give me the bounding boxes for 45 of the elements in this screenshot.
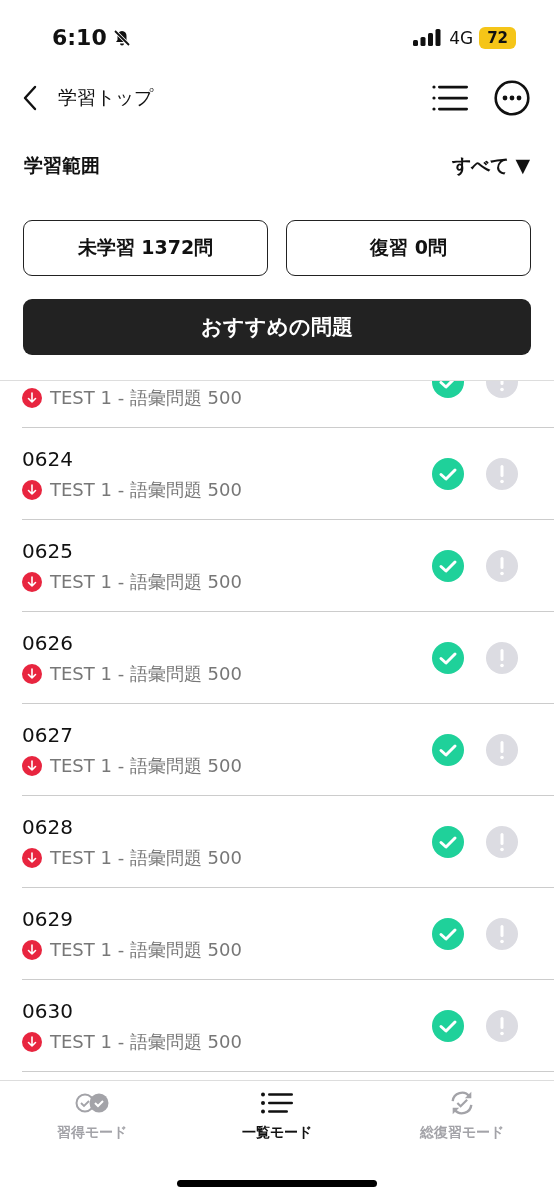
range-dropdown[interactable]: すべて ▼ bbox=[451, 152, 530, 179]
exclamation-icon[interactable] bbox=[486, 641, 518, 674]
network-label: 4G bbox=[449, 27, 474, 48]
mode-tab[interactable]: 一覧モード bbox=[184, 1081, 370, 1151]
question-source: TEST 1 - 語彙問題 500 bbox=[50, 845, 242, 870]
signal-icon bbox=[413, 28, 442, 47]
question-number: 0630 bbox=[22, 997, 74, 1024]
check-icon[interactable] bbox=[432, 457, 464, 490]
check-icon[interactable] bbox=[432, 917, 464, 950]
check-icon[interactable] bbox=[432, 549, 464, 582]
question-source: TEST 1 - 語彙問題 500 bbox=[50, 477, 242, 502]
status-time: 6:10 bbox=[52, 25, 107, 50]
check-icon[interactable] bbox=[432, 1009, 464, 1042]
muted-bell-icon bbox=[112, 28, 131, 47]
check-icon[interactable] bbox=[432, 641, 464, 674]
question-source: TEST 1 - 語彙問題 500 bbox=[50, 937, 242, 962]
back-button[interactable] bbox=[22, 85, 38, 111]
question-source: TEST 1 - 語彙問題 500 bbox=[50, 1029, 242, 1054]
nav-title: 学習トップ bbox=[58, 85, 153, 110]
question-number: 0624 bbox=[22, 445, 74, 472]
question-source: TEST 1 - 語彙問題 500 bbox=[50, 661, 242, 686]
check-icon[interactable] bbox=[432, 733, 464, 766]
more-icon[interactable] bbox=[494, 80, 530, 116]
count-button[interactable]: 復習 0問 bbox=[286, 220, 531, 276]
range-label: 学習範囲 bbox=[24, 152, 100, 178]
question-number: 0625 bbox=[22, 537, 74, 564]
list-icon[interactable] bbox=[432, 84, 468, 112]
check-icon[interactable] bbox=[432, 825, 464, 858]
exclamation-icon[interactable] bbox=[486, 733, 518, 766]
exclamation-icon[interactable] bbox=[486, 457, 518, 490]
recommend-button[interactable]: おすすめの問題 bbox=[23, 299, 531, 355]
question-number: 0628 bbox=[22, 813, 74, 840]
question-source: TEST 1 - 語彙問題 500 bbox=[50, 385, 242, 410]
question-number: 0629 bbox=[22, 905, 74, 932]
exclamation-icon[interactable] bbox=[486, 549, 518, 582]
list-icon bbox=[261, 1090, 293, 1116]
question-source: TEST 1 - 語彙問題 500 bbox=[50, 753, 242, 778]
question-number: 0627 bbox=[22, 721, 74, 748]
exclamation-icon[interactable] bbox=[486, 1009, 518, 1042]
count-button[interactable]: 未学習 1372問 bbox=[23, 220, 268, 276]
question-number: 0626 bbox=[22, 629, 74, 656]
battery-indicator: 72 bbox=[479, 26, 516, 49]
question-source: TEST 1 - 語彙問題 500 bbox=[50, 569, 242, 594]
exclamation-icon[interactable] bbox=[486, 825, 518, 858]
exclamation-icon[interactable] bbox=[486, 917, 518, 950]
